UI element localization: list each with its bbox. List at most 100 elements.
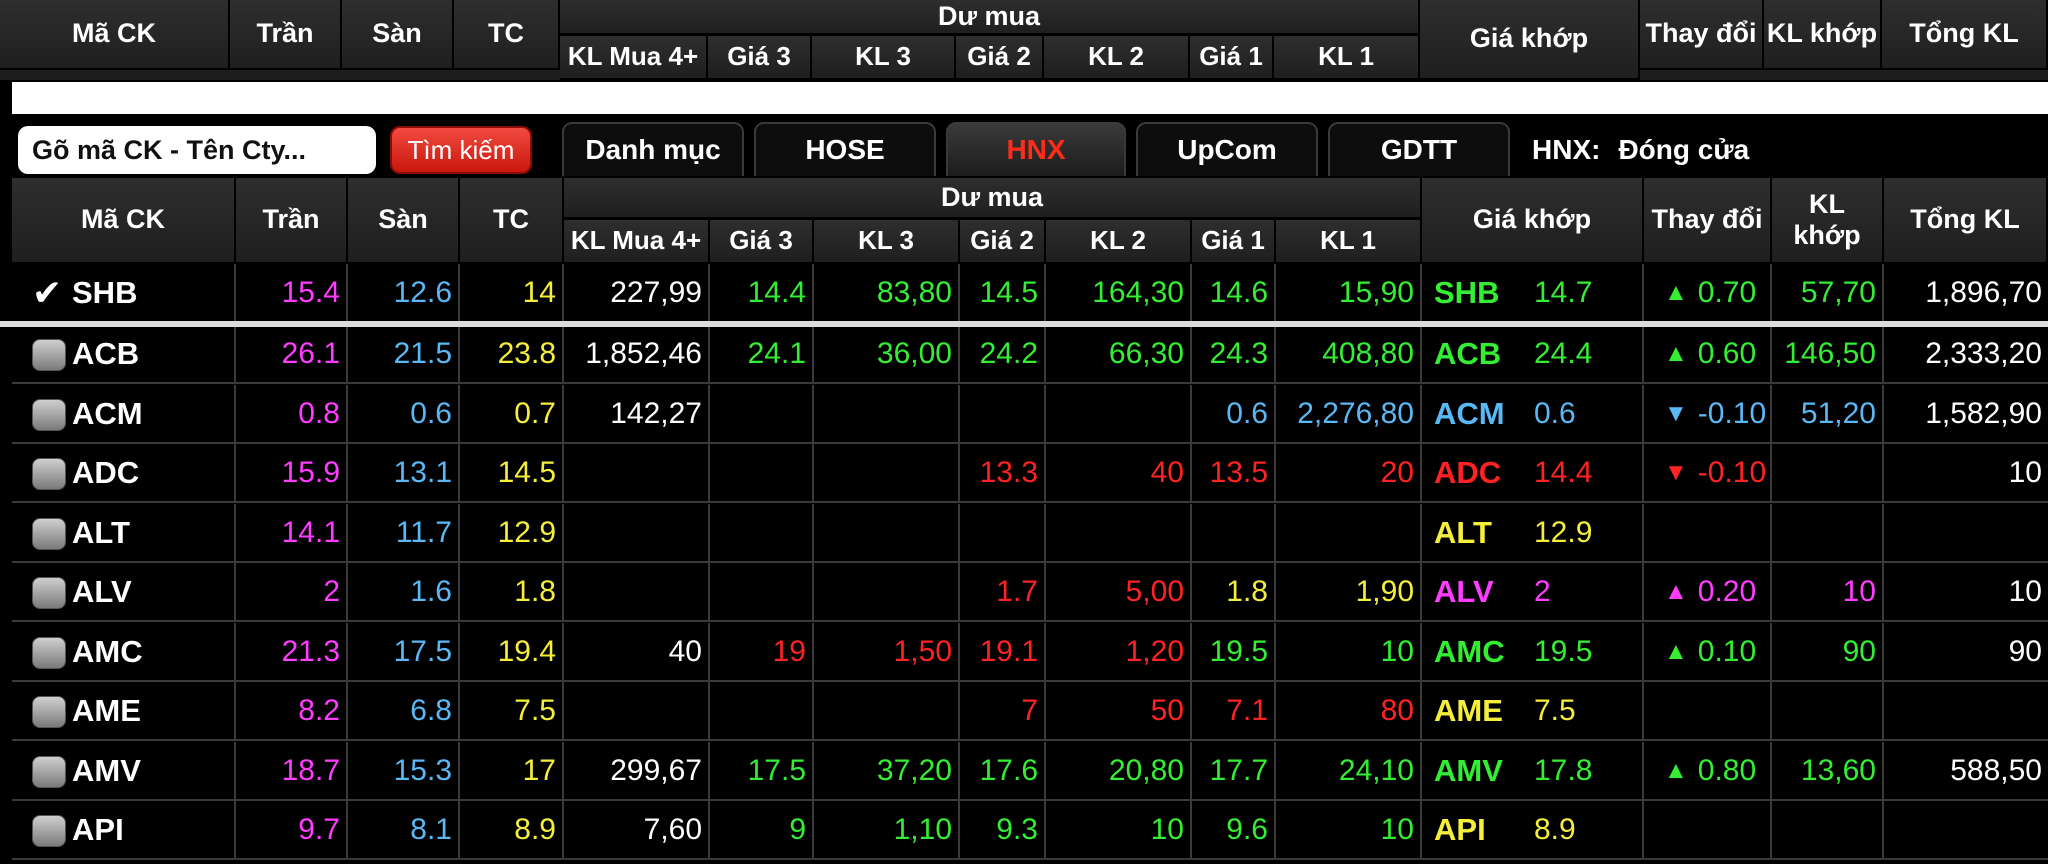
watch-checkbox[interactable] <box>32 399 66 431</box>
symbol-text: AME <box>72 692 141 728</box>
cell-g1: 0.6 <box>1192 385 1276 444</box>
symbol-text: ADC <box>72 454 140 490</box>
cell-tran: 0.8 <box>236 385 348 444</box>
top-col-tong-kl: Tổng KL <box>1882 0 2048 70</box>
match-symbol: AMC <box>1434 633 1505 669</box>
watch-checkbox[interactable] <box>32 339 66 371</box>
search-input[interactable] <box>18 126 376 174</box>
cell-tong-kl: 1,582,90 <box>1884 385 2048 444</box>
tab-gdtt[interactable]: GDTT <box>1328 122 1510 176</box>
table-row[interactable]: ALT 14.1 11.7 12.9 ALT 12.9 <box>0 504 2048 563</box>
cell-tc: 0.7 <box>460 385 564 444</box>
cell-g3 <box>710 385 814 444</box>
cell-k1: 2,276,80 <box>1276 385 1422 444</box>
table-row[interactable]: SHB15.412.614227,9914.483,8014.5164,3014… <box>0 264 2048 323</box>
cell-tran: 21.3 <box>236 623 348 682</box>
symbol-text: ACM <box>72 395 143 431</box>
cell-san: 1.6 <box>348 563 460 622</box>
cell-san: 11.7 <box>348 504 460 563</box>
match-cell: API 8.9 <box>1422 801 1644 860</box>
watch-checkbox[interactable] <box>32 518 66 550</box>
match-price: 0.6 <box>1534 396 1576 430</box>
cell-g2: 14.5 <box>960 264 1046 323</box>
cell-g3: 9 <box>710 801 814 860</box>
table-row[interactable]: ADC 15.9 13.1 14.5 13.3 40 13.5 20 ADC 14.4 ▼ -0.10… <box>0 444 2048 503</box>
table-row[interactable]: ALV 2 1.6 1.8 1.7 5,00 1.8 1,90 ALV 2 ▲ 0.20 10 10 <box>0 563 2048 622</box>
symbol-text: API <box>72 811 124 847</box>
cell-tran: 18.7 <box>236 742 348 801</box>
tab-upcom[interactable]: UpCom <box>1136 122 1318 176</box>
match-cell: ALV 2 <box>1422 563 1644 622</box>
cell-kl4: 227,99 <box>564 264 710 323</box>
cell-kl-khop: 146,50 <box>1772 325 1884 384</box>
cell-tc: 19.4 <box>460 623 564 682</box>
watch-checkbox[interactable] <box>32 458 66 490</box>
watch-checkbox[interactable] <box>32 696 66 728</box>
col-san: Sàn <box>348 178 460 264</box>
symbol-cell: ALV <box>12 563 236 622</box>
cell-tc: 8.9 <box>460 801 564 860</box>
symbol-cell: ADC <box>12 444 236 503</box>
watch-checkbox[interactable] <box>32 637 66 669</box>
tab-hnx[interactable]: HNX <box>946 122 1126 176</box>
change-cell: ▲ 0.80 <box>1644 742 1772 801</box>
match-symbol: SHB <box>1434 274 1500 310</box>
match-price: 24.4 <box>1534 336 1593 370</box>
col-kl2: KL 2 <box>1046 220 1192 264</box>
cell-tran: 15.9 <box>236 444 348 503</box>
top-col-gia1: Giá 1 <box>1190 36 1274 80</box>
cell-tong-kl: 2,333,20 <box>1884 325 2048 384</box>
top-col-gia3: Giá 3 <box>708 36 812 80</box>
table-row[interactable]: ACM 0.8 0.6 0.7 142,27 0.6 2,276,80 ACM 0.6 ▼ -0.1… <box>0 385 2048 444</box>
cell-g2 <box>960 504 1046 563</box>
match-symbol: ADC <box>1434 454 1502 490</box>
change-cell: ▼ -0.10 <box>1644 444 1772 503</box>
cell-k1: 10 <box>1276 801 1422 860</box>
watch-checkbox[interactable] <box>32 272 66 314</box>
watch-checkbox[interactable] <box>32 577 66 609</box>
market-status-text: Đóng cửa <box>1618 134 1750 165</box>
cell-san: 15.3 <box>348 742 460 801</box>
change-value: 0.70 <box>1697 275 1757 309</box>
arrow-up-icon: ▲ <box>1664 637 1688 665</box>
cell-k3: 83,80 <box>814 264 960 323</box>
arrow-up-icon: ▲ <box>1664 339 1688 367</box>
col-tong-kl: Tổng KL <box>1884 178 2048 264</box>
cell-k2 <box>1046 385 1192 444</box>
match-cell: SHB 14.7 <box>1422 264 1644 323</box>
watch-checkbox[interactable] <box>32 756 66 788</box>
cell-k2: 20,80 <box>1046 742 1192 801</box>
cell-kl-khop <box>1772 682 1884 741</box>
tab-danh-muc[interactable]: Danh mục <box>562 122 744 176</box>
cell-tong-kl: 10 <box>1884 444 2048 503</box>
match-symbol: ACM <box>1434 395 1505 431</box>
cell-k1: 10 <box>1276 623 1422 682</box>
table-row[interactable]: ACB 26.1 21.5 23.8 1,852,46 24.1 36,00 24.2 66,3… <box>0 325 2048 384</box>
search-button[interactable]: Tìm kiếm <box>390 126 532 174</box>
cell-san: 12.6 <box>348 264 460 323</box>
cell-kl-khop: 51,20 <box>1772 385 1884 444</box>
cell-g1: 14.6 <box>1192 264 1276 323</box>
cell-k2: 50 <box>1046 682 1192 741</box>
table-row[interactable]: AMV 18.7 15.3 17 299,67 17.5 37,20 17.6 20,80 17.… <box>0 742 2048 801</box>
cell-k2: 1,20 <box>1046 623 1192 682</box>
cell-san: 21.5 <box>348 325 460 384</box>
cell-k1: 15,90 <box>1276 264 1422 323</box>
table-row[interactable]: API 9.7 8.1 8.9 7,60 9 1,10 9.3 10 9.6 10 API 8.9 <box>0 801 2048 860</box>
cell-tc: 7.5 <box>460 682 564 741</box>
cell-g2: 9.3 <box>960 801 1046 860</box>
table-row[interactable]: AMC 21.3 17.5 19.4 40 19 1,50 19.1 1,20 19.5 10 AMC… <box>0 623 2048 682</box>
table-row[interactable]: AME 8.2 6.8 7.5 7 50 7.1 80 AME 7.5 <box>0 682 2048 741</box>
cell-g1 <box>1192 504 1276 563</box>
top-col-gia-khop: Giá khớp <box>1420 0 1640 80</box>
col-gia-khop: Giá khớp <box>1422 178 1644 264</box>
tab-hose[interactable]: HOSE <box>754 122 936 176</box>
watch-checkbox[interactable] <box>32 815 66 847</box>
top-col-gia2: Giá 2 <box>956 36 1044 80</box>
cell-tc: 17 <box>460 742 564 801</box>
change-value: 0.80 <box>1697 753 1757 787</box>
cell-tong-kl: 90 <box>1884 623 2048 682</box>
top-col-tran: Trần <box>230 0 342 70</box>
cell-g2: 19.1 <box>960 623 1046 682</box>
change-cell: ▲ 0.70 <box>1644 264 1772 323</box>
